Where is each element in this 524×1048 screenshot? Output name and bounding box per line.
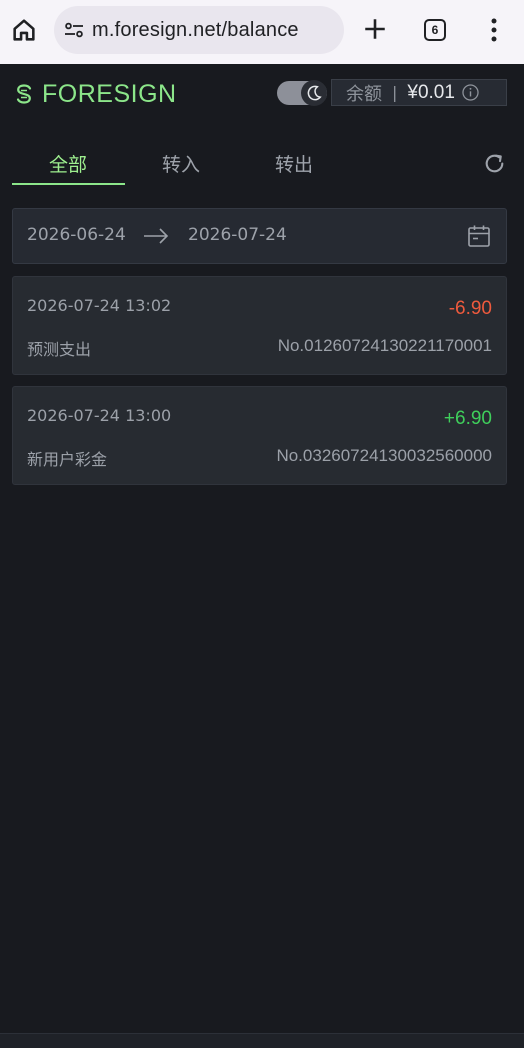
tab-all[interactable]: 全部: [12, 150, 124, 186]
theme-knob: [301, 80, 327, 106]
transaction-time: 2026-07-24 13:02: [27, 296, 172, 315]
tab-incoming[interactable]: 转入: [125, 150, 237, 186]
balance-separator: |: [392, 83, 398, 102]
tab-switcher-button[interactable]: 6: [424, 19, 446, 41]
brand-name: FORESIGN: [42, 79, 177, 108]
tab-label: 转入: [161, 154, 200, 176]
theme-toggle[interactable]: [277, 80, 327, 106]
address-bar[interactable]: m.foresign.net/balance: [54, 6, 344, 54]
brand-logo[interactable]: FORESIGN: [12, 80, 177, 108]
plus-icon[interactable]: [362, 16, 388, 42]
info-icon[interactable]: [461, 83, 480, 102]
transaction-row[interactable]: 2026-07-24 13:02 -6.90 预测支出 No.012607241…: [12, 276, 507, 375]
transaction-amount: +6.90: [443, 408, 492, 429]
tab-outgoing[interactable]: 转出: [238, 150, 350, 186]
home-icon[interactable]: [10, 16, 38, 44]
active-tab-indicator: [12, 183, 125, 185]
transaction-amount: -6.90: [448, 298, 492, 319]
tab-label: 转出: [274, 154, 313, 176]
transaction-number: No.01260724130221170001: [277, 336, 492, 355]
refresh-icon[interactable]: [482, 151, 507, 176]
tab-count: 6: [431, 23, 439, 37]
arrow-right-icon: [144, 228, 169, 244]
transaction-time: 2026-07-24 13:00: [27, 406, 172, 425]
balance-display: 余额 | ¥0.01: [331, 79, 507, 106]
tab-label: 全部: [48, 154, 87, 176]
calendar-icon[interactable]: [466, 223, 492, 249]
start-date[interactable]: 2026-06-24: [27, 225, 126, 245]
balance-value: ¥0.01: [407, 81, 455, 103]
transaction-row[interactable]: 2026-07-24 13:00 +6.90 新用户彩金 No.03260724…: [12, 386, 507, 485]
balance-label: 余额: [346, 83, 382, 105]
transaction-type: 预测支出: [27, 340, 92, 359]
bottom-nav-edge: [0, 1033, 524, 1048]
transaction-number: No.03260724130032560000: [276, 446, 492, 465]
moon-icon: [307, 85, 322, 101]
end-date[interactable]: 2026-07-24: [188, 225, 287, 245]
browser-toolbar: m.foresign.net/balance 6: [0, 0, 524, 64]
date-range-picker[interactable]: 2026-06-24 2026-07-24: [12, 208, 507, 264]
url-text[interactable]: m.foresign.net/balance: [92, 19, 299, 42]
dollar-s-icon: [16, 84, 32, 104]
tune-icon[interactable]: [62, 18, 86, 42]
transaction-type: 新用户彩金: [27, 450, 108, 469]
more-vert-icon[interactable]: [484, 16, 504, 44]
